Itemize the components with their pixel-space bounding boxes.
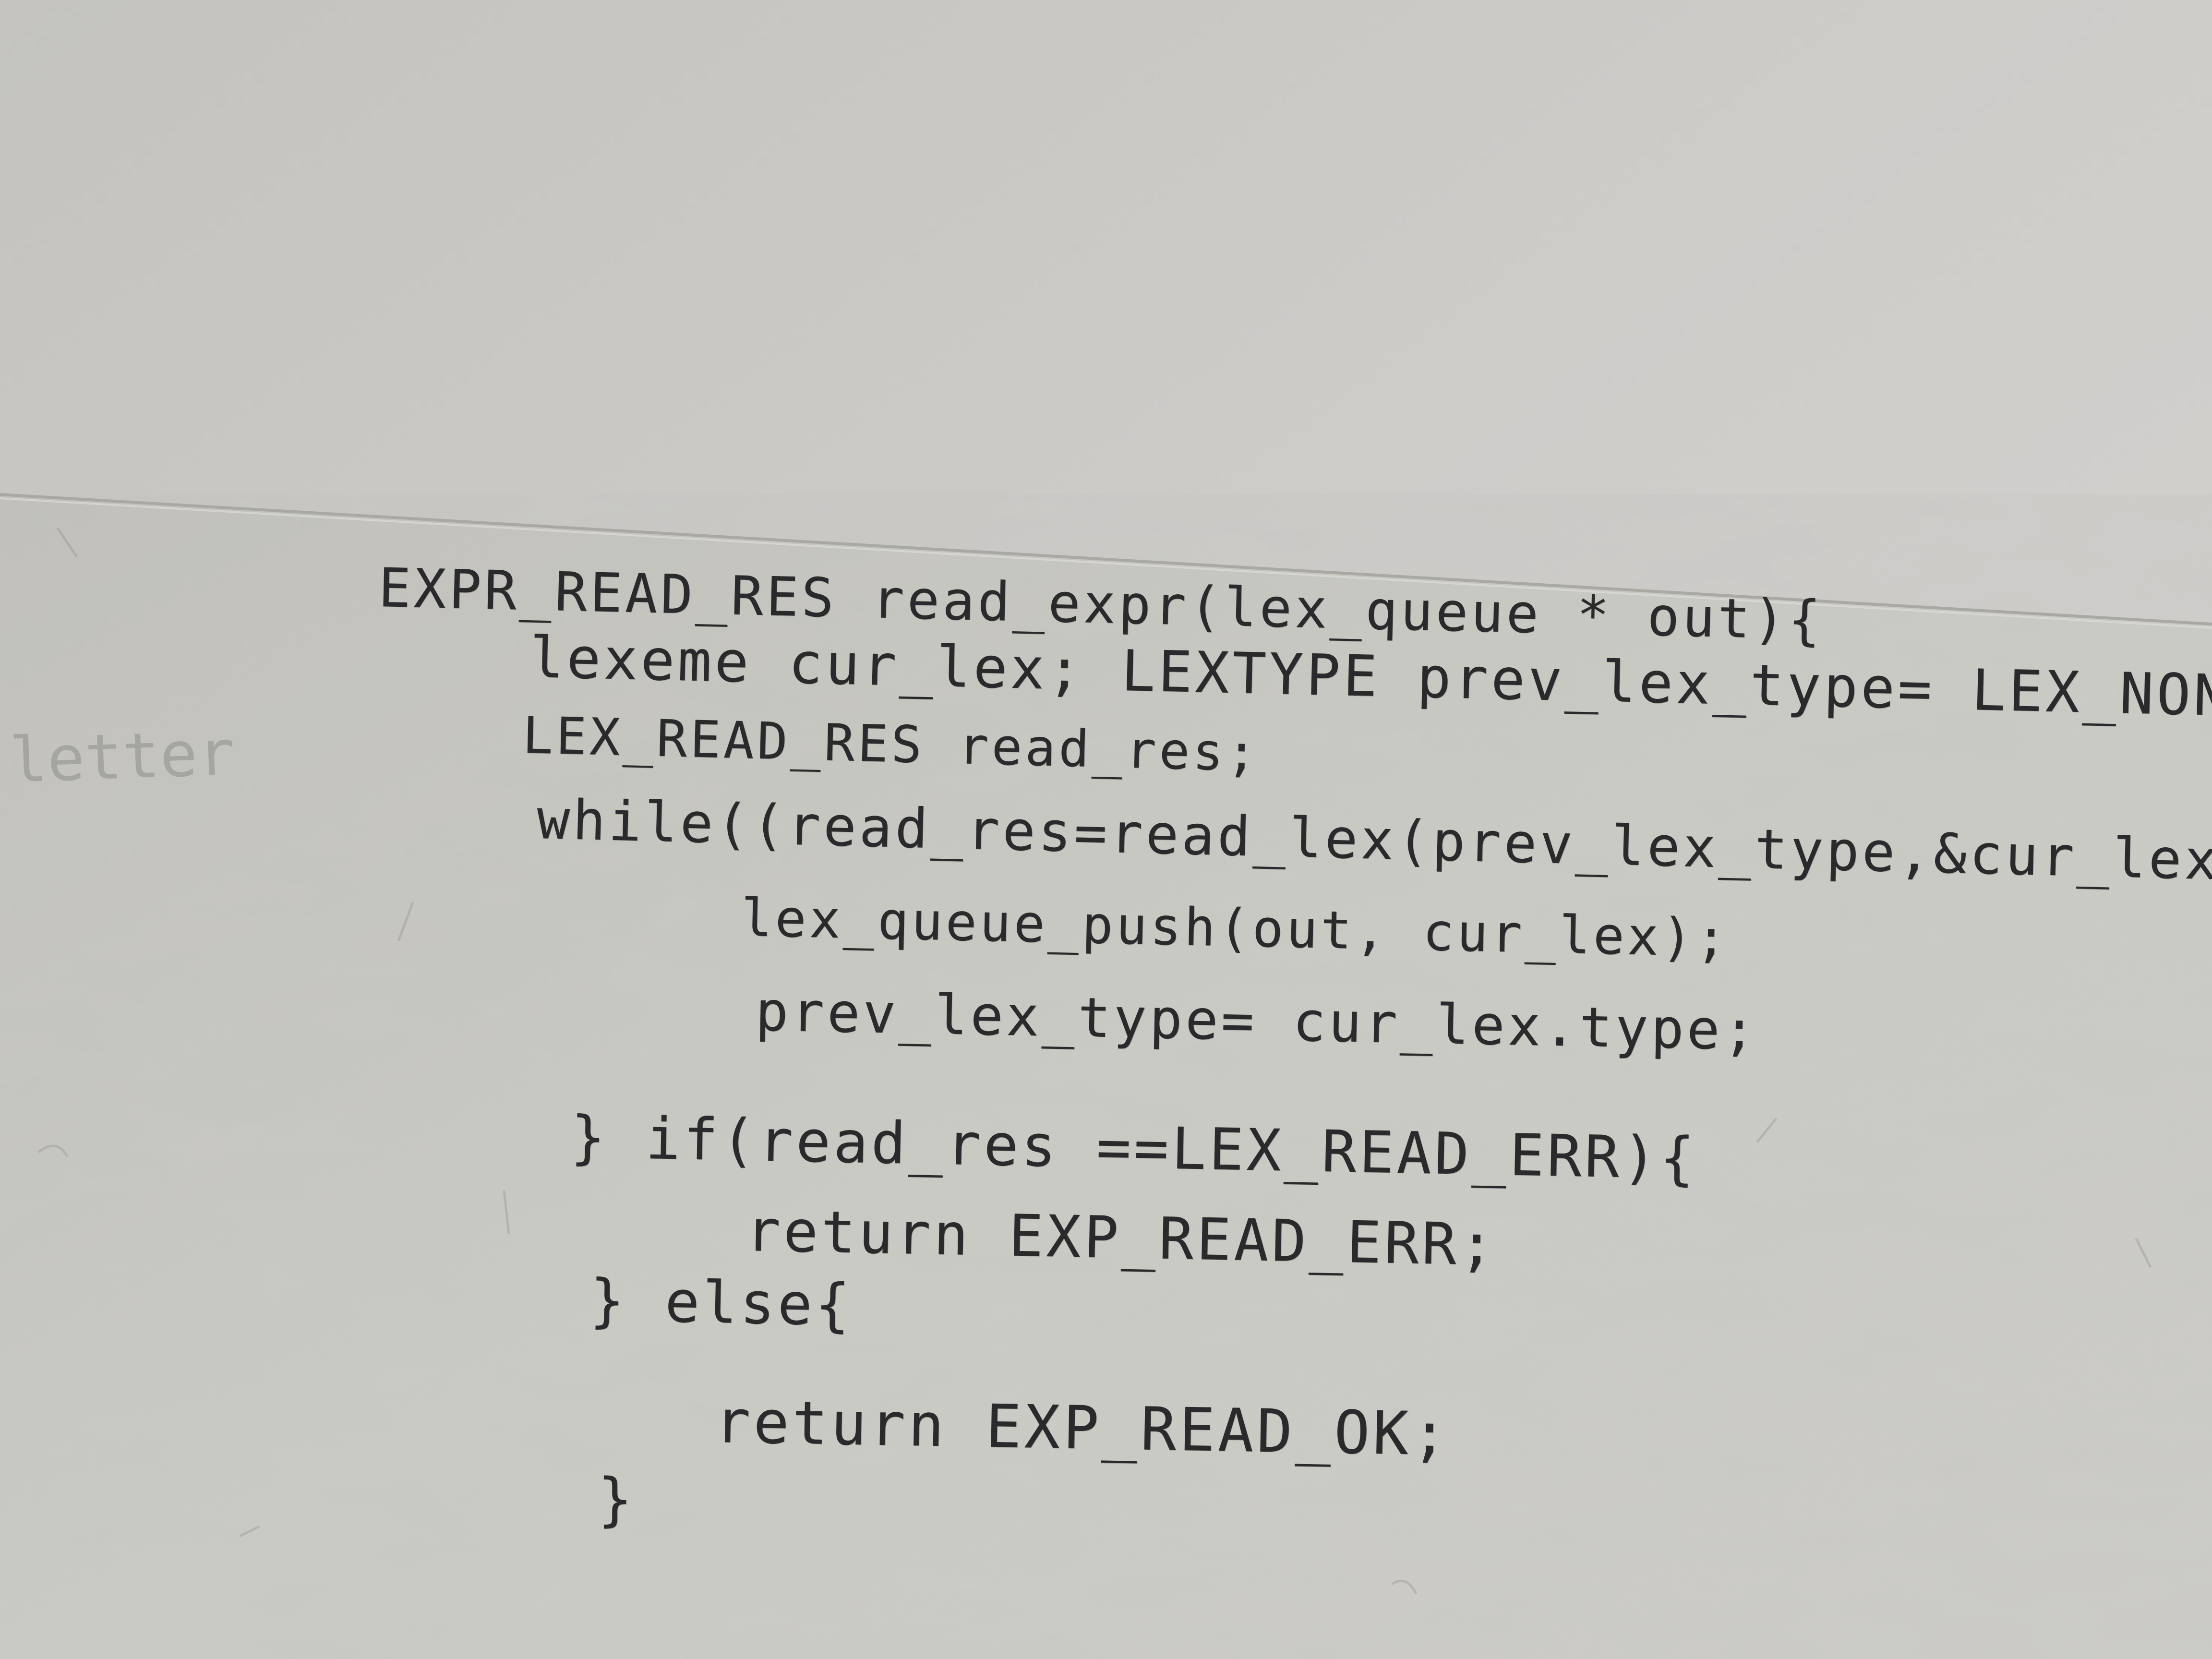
code-line: lex_queue_push(out, cur_lex);: [740, 888, 1731, 969]
whiteboard: letter EXPR_READ_RES read_expr(lex_queue…: [0, 0, 2212, 1659]
code-line: return EXP_READ_OK;: [714, 1387, 1451, 1469]
code-line: while((read_res=read_lex(prev_lex_type,&…: [536, 787, 2212, 905]
code-line: } else{: [589, 1267, 854, 1339]
code-line: prev_lex_type= cur_lex.type;: [755, 979, 1759, 1063]
faint-erased-text: letter: [8, 716, 237, 797]
photo-scene: letter EXPR_READ_RES read_expr(lex_queue…: [0, 0, 2212, 1659]
code-line: }: [598, 1467, 636, 1533]
code-line: return EXP_READ_ERR;: [745, 1198, 1498, 1279]
code-line: } if(read_res ==LEX_READ_ERR){: [570, 1104, 1698, 1193]
code-line: LEX_READ_RES read_res;: [521, 706, 1261, 783]
